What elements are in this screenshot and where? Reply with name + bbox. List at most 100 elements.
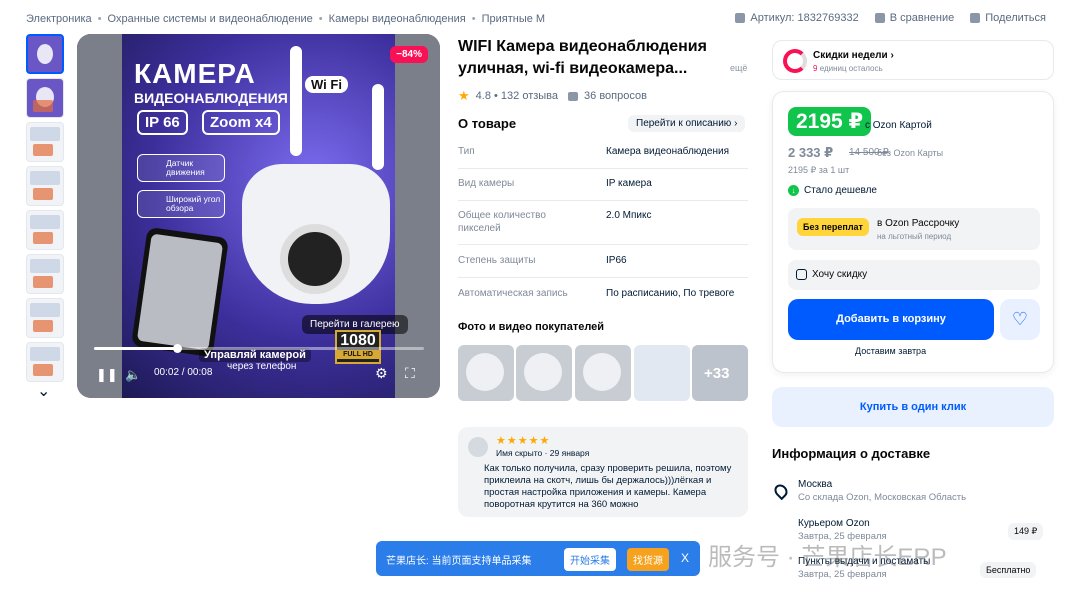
- courier-label: Курьером Ozon: [798, 518, 870, 529]
- goto-description-button[interactable]: Перейти к описанию ›: [628, 115, 746, 132]
- attribute-row: Степень защиты IP66: [458, 254, 748, 278]
- attribute-row: Общее количество пикселей 2.0 Мпикс: [458, 209, 748, 245]
- delivery-city[interactable]: Москва Со склада Ozon, Московская Область: [798, 479, 966, 503]
- price-per-unit: 2195 ₽ за 1 шт: [788, 165, 850, 175]
- nocard-label: без Ozon Карты: [877, 148, 944, 158]
- compare-button[interactable]: В сравнение: [874, 12, 955, 24]
- wifi-badge: Wi Fi: [305, 76, 348, 93]
- video-side-left: [77, 34, 122, 398]
- weekly-title: Скидки недели ›: [813, 50, 894, 61]
- attribute-row: Тип Камера видеонаблюдения: [458, 145, 748, 169]
- card-price[interactable]: 2195 ₽: [788, 107, 872, 136]
- weekly-sub-label: единиц осталось: [819, 64, 883, 73]
- buy-one-click-button[interactable]: Купить в один клик: [772, 387, 1054, 427]
- thumbnail[interactable]: [26, 298, 64, 338]
- breadcrumb-link[interactable]: Камеры видеонаблюдения: [329, 13, 466, 25]
- video-progress-bar[interactable]: [94, 344, 424, 353]
- discount-badge: −84%: [390, 46, 428, 63]
- chevron-down-icon[interactable]: ⌄: [37, 381, 50, 401]
- thumbnail[interactable]: [26, 122, 64, 162]
- pause-icon[interactable]: ❚❚: [96, 367, 118, 383]
- attribute-row[interactable]: Вид камеры IP камера: [458, 177, 748, 201]
- location-pin-icon: [771, 481, 791, 501]
- courier-price: 149 ₽: [1008, 523, 1044, 540]
- title-more-link[interactable]: ещё: [730, 63, 747, 73]
- heart-icon[interactable]: ♡: [1000, 299, 1040, 340]
- normal-price: 2 333 ₽: [788, 145, 834, 160]
- review-card[interactable]: ★★★★★ Имя скрыто · 29 января Как только …: [458, 427, 748, 517]
- thumbnail[interactable]: [26, 210, 64, 250]
- customer-video[interactable]: [516, 345, 572, 401]
- arrow-down-icon: ↓: [788, 185, 799, 196]
- rating-row[interactable]: ★ 4.8 • 132 отзыва 36 вопросов: [458, 88, 647, 104]
- article-number[interactable]: Артикул: 1832769332: [735, 12, 859, 24]
- attribute-row: Автоматическая запись По расписанию, По т…: [458, 287, 748, 311]
- phone-image: [131, 226, 229, 358]
- customer-photo[interactable]: [634, 345, 690, 401]
- breadcrumb-separator: •: [471, 13, 476, 25]
- card-price-label: с Ozon Картой: [865, 120, 932, 131]
- price-drop[interactable]: ↓ Стало дешевле: [788, 185, 877, 196]
- review-author: Имя скрыто · 29 января: [496, 448, 590, 458]
- delivery-note: Доставим завтра: [855, 346, 927, 356]
- want-discount-label: Хочу скидку: [812, 269, 868, 280]
- breadcrumb-separator: •: [318, 13, 323, 25]
- product-meta: Артикул: 1832769332 В сравнение Поделить…: [735, 12, 1046, 24]
- media-title: КАМЕРА: [134, 58, 256, 89]
- video-side-right: [395, 34, 440, 398]
- fullscreen-icon[interactable]: ⛶: [405, 365, 415, 382]
- installment-card[interactable]: Без переплат в Ozon Рассрочку на льготны…: [788, 208, 1040, 250]
- media-tag: Zoom x4: [202, 110, 280, 135]
- attribute-value: IP камера: [606, 178, 652, 189]
- progress-knob[interactable]: [172, 344, 182, 353]
- customer-photos-more[interactable]: +33: [692, 345, 748, 401]
- thumbnail[interactable]: [26, 166, 64, 206]
- questions-link[interactable]: 36 вопросов: [584, 90, 647, 102]
- thumbnail[interactable]: [26, 78, 64, 118]
- customer-photo[interactable]: [458, 345, 514, 401]
- review-text: Как только получила, сразу проверить реш…: [484, 463, 732, 510]
- deals-logo-icon: [783, 49, 807, 73]
- gear-icon[interactable]: ⚙: [375, 365, 388, 382]
- price-box: 2195 ₽ с Ozon Картой 2 333 ₽ 14 500 ₽ бе…: [772, 91, 1054, 373]
- thumbnail[interactable]: [26, 342, 64, 382]
- add-to-cart-button[interactable]: Добавить в корзину: [788, 299, 994, 340]
- compare-label: В сравнение: [889, 12, 955, 24]
- goto-label: Перейти к описанию: [636, 118, 732, 129]
- breadcrumb-link[interactable]: Приятные М: [482, 13, 545, 25]
- share-button[interactable]: Поделиться: [970, 12, 1046, 24]
- extension-banner: 芒果店长: 当前页面支持单品采集 开始采集 找货源 X: [376, 541, 700, 576]
- media-subtitle: ВИДЕОНАБЛЮДЕНИЯ: [134, 90, 288, 106]
- find-source-button[interactable]: 找货源: [627, 548, 669, 571]
- banner-label: 芒果店长: 当前页面支持单品采集: [386, 556, 532, 567]
- customer-photo[interactable]: [575, 345, 631, 401]
- breadcrumb-link[interactable]: Электроника: [26, 13, 92, 25]
- want-discount-button[interactable]: Хочу скидку: [788, 260, 1040, 290]
- camera-image: [242, 164, 390, 304]
- breadcrumb-link[interactable]: Охранные системы и видеонаблюдение: [108, 13, 313, 25]
- installment-sub: на льготный период: [877, 232, 952, 241]
- watermark: 服务号 · 芒果店长ERP: [708, 544, 947, 571]
- breadcrumb: Электроника • Охранные системы и видеонаб…: [26, 13, 545, 25]
- attribute-value: IP66: [606, 255, 627, 266]
- questions-icon: [568, 91, 579, 101]
- breadcrumb-separator: •: [97, 13, 102, 25]
- start-collect-button[interactable]: 开始采集: [564, 548, 616, 571]
- close-icon[interactable]: X: [681, 551, 689, 565]
- feature-motion: Датчик движения: [137, 154, 225, 182]
- thumbnail-video[interactable]: [26, 34, 64, 74]
- feature-wide-angle: Широкий угол обзора: [137, 190, 225, 218]
- volume-icon[interactable]: 🔈: [125, 367, 141, 383]
- thumbnail[interactable]: [26, 254, 64, 294]
- pickup-price: Бесплатно: [980, 562, 1037, 578]
- product-video[interactable]: КАМЕРА ВИДЕОНАБЛЮДЕНИЯ IP 66 Zoom x4 Wi …: [77, 34, 440, 398]
- weekly-count: 9: [813, 64, 818, 73]
- weekly-deals-card[interactable]: Скидки недели › 9 единиц осталось: [772, 40, 1054, 80]
- camera-antenna: [372, 84, 384, 170]
- delivery-title: Информация о доставке: [772, 446, 931, 461]
- more-count: +33: [704, 365, 730, 382]
- attribute-key: Автоматическая запись: [458, 288, 568, 299]
- product-title: WIFI Камера видеонаблюдения уличная, wi-…: [458, 38, 707, 77]
- video-time: 00:02 / 00:08: [154, 367, 213, 378]
- attribute-value: По расписанию, По тревоге: [606, 288, 735, 299]
